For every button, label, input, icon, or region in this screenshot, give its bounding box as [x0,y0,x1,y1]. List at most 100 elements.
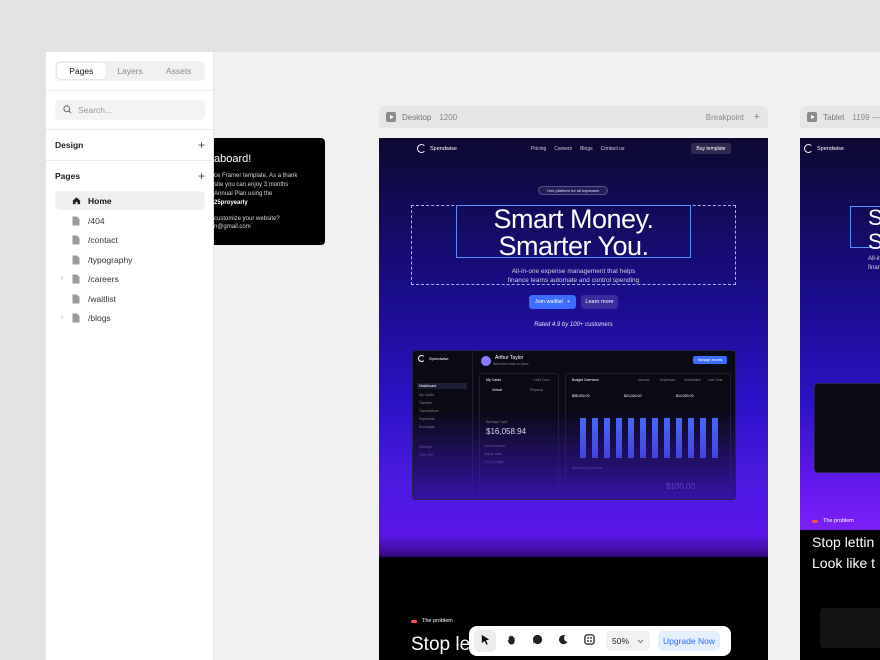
tab-assets[interactable]: Assets [154,63,203,79]
subtitle-line: financ [868,265,880,271]
site-logo[interactable]: Spendwise [417,144,457,153]
plus-icon: + [566,299,571,305]
buy-template-button[interactable]: Buy template [691,143,731,154]
card-row-label: CVC (3 digit) [484,460,505,464]
sidebar-tabs: Pages Layers Assets [55,61,205,81]
page-label: /contact [88,234,118,245]
desktop-frame-label[interactable]: Desktop 1200 Breakpoint + [379,106,768,128]
search-input[interactable] [78,105,188,115]
problem-label: The problem [422,618,453,624]
page-item-blogs[interactable]: › /blogs [55,308,205,327]
page-icon [70,293,82,305]
hero-heading[interactable]: Sm Sm [868,206,880,254]
content-card [820,608,880,648]
chart-bar [664,418,670,458]
search-box[interactable] [55,100,205,120]
chevron-right-icon[interactable]: › [56,314,68,321]
hand-icon [506,632,517,650]
frame-name: Desktop [402,112,432,122]
page-item-typography[interactable]: /typography [55,250,205,269]
tablet-frame-label[interactable]: Tablet 1199 — [800,106,880,128]
brand-name: Spendwise [817,145,844,152]
frame-size: 1200 [439,112,458,122]
hero-subtitle: All-in financ [868,255,880,273]
chart-bar [688,418,694,458]
hero-line: Smart Money. [493,204,654,234]
dashboard-menu-item: Dashboard [417,383,467,389]
tablet-frame[interactable]: Spendwise Sm Sm All-in financ The proble… [800,138,880,660]
logo-icon [804,144,813,153]
breakpoint-label[interactable]: Breakpoint [706,113,744,122]
hand-tool-button[interactable] [500,630,522,652]
dashboard-menu-item: Transactions [419,409,439,413]
upgrade-now-button[interactable]: Upgrade Now [658,631,720,651]
play-icon[interactable] [386,112,396,122]
select-tool-button[interactable] [474,630,496,652]
nav-link[interactable]: Careers [554,146,572,152]
divider [46,160,214,161]
dashboard-menu-item: Payments [419,417,435,421]
chart-bar [700,418,706,458]
add-breakpoint-icon[interactable]: + [754,111,760,123]
legend-item: Expenses [660,378,676,382]
big-amount: $100,00 [666,482,695,491]
chart-bar [628,418,634,458]
page-item-contact[interactable]: /contact [55,230,205,249]
red-dot-icon [411,619,417,623]
subtitle-line: finance teams automate and control spend… [507,277,640,284]
play-icon[interactable] [807,112,817,122]
app-window: Pages Layers Assets Design + Pages + Hom… [46,52,880,660]
nav-link[interactable]: Contact us [601,146,625,152]
chevron-right-icon[interactable]: › [56,275,68,282]
card-row-label: Expiry Date [484,452,503,456]
page-icon [70,215,82,227]
frame-size: 1199 — [852,112,880,122]
brand-name: Spendwise [429,356,449,361]
plugins-button[interactable] [578,630,600,652]
dark-mode-button[interactable] [552,630,574,652]
balance-label: Savings Card [486,420,508,424]
card-tab: Physical [530,388,544,392]
comment-tool-button[interactable] [526,630,548,652]
learn-more-button[interactable]: Learn more [581,295,618,309]
dashboard-logo: Spendwise [418,355,449,362]
popup-text: customize your website? [214,216,280,222]
dashboard-preview: Spendwise Dashboard My Cards Transfer Tr… [412,350,736,500]
nav-link[interactable]: Blogs [580,146,593,152]
page-item-404[interactable]: /404 [55,211,205,230]
dashboard-menu-item: Transfer [419,401,432,405]
desktop-frame[interactable]: Spendwise Pricing Careers Blogs Contact … [379,138,768,660]
add-design-icon[interactable]: + [198,139,205,151]
nav-link[interactable]: Pricing [531,146,546,152]
cursor-icon [480,632,491,650]
add-page-icon[interactable]: + [198,170,205,182]
tab-pages[interactable]: Pages [57,63,106,79]
budget-period: Last Year [708,378,723,382]
card-tab: Virtual [492,388,502,392]
join-waitlist-button[interactable]: Join waitlist + [529,295,576,309]
site-logo[interactable]: Spendwise [804,144,844,153]
add-card-label: + Add Card [532,378,550,382]
zoom-select[interactable]: 50% [606,631,650,651]
page-item-waitlist[interactable]: /waitlist [55,289,205,308]
problem-heading: Stop le [411,634,471,655]
tab-layers[interactable]: Layers [106,63,155,79]
pages-section[interactable]: Pages + [55,168,205,184]
design-section[interactable]: Design + [55,137,205,153]
brand-name: Spendwise [430,145,457,152]
hero-heading[interactable]: Smart Money. Smarter You. [379,206,768,260]
dashboard-user: Arthur Taylor [495,355,524,361]
page-item-home[interactable]: Home [55,191,205,210]
subtitle-line: All-in [868,256,880,262]
chart-bar [712,418,718,458]
page-item-careers[interactable]: › /careers [55,269,205,288]
popup-email[interactable]: n@gmail.com [214,224,251,230]
dashboard-sidebar: Spendwise Dashboard My Cards Transfer Tr… [413,351,473,499]
page-label: /waitlist [88,293,116,304]
spending-summary-label: Spending Summary [572,466,603,470]
welcome-popup[interactable]: aboard! ce Framer template. As a thank s… [196,138,325,245]
chevron-down-icon [637,636,644,646]
divider [46,129,214,130]
budget-value: $14,000.00 [676,394,694,398]
page-label: /careers [88,273,119,284]
